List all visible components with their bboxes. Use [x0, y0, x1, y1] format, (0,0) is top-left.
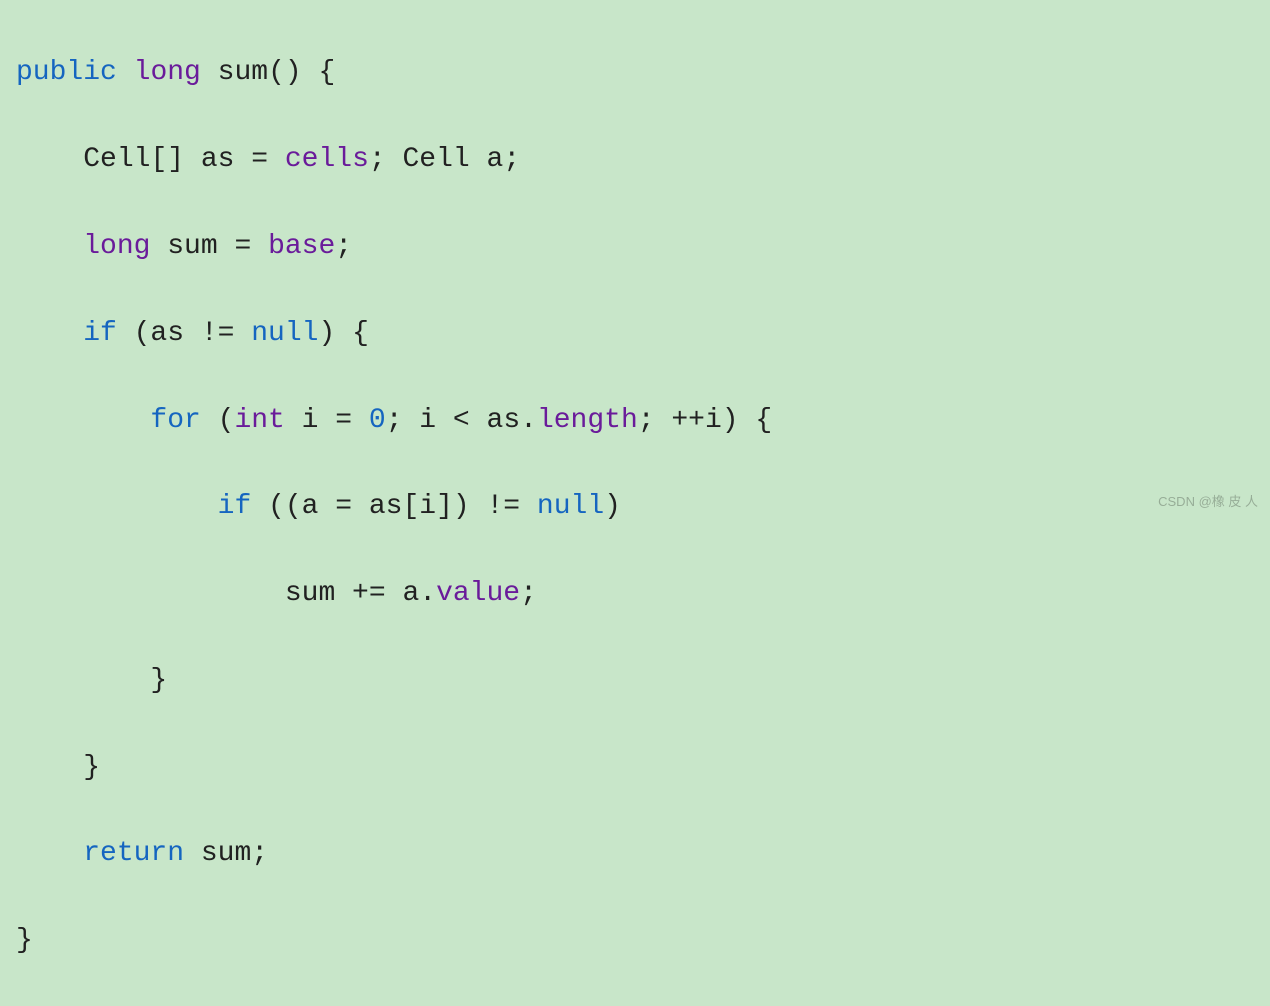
keyword-if: if [83, 318, 117, 349]
type-cell: Cell [83, 144, 150, 175]
keyword-long: long [134, 57, 201, 88]
keyword-public: public [16, 57, 117, 88]
watermark: CSDN @橡 皮 人 [1158, 492, 1258, 512]
field-base: base [268, 231, 335, 262]
field-length: length [537, 405, 638, 436]
field-cells: cells [285, 144, 369, 175]
code-line-9: } [16, 746, 1254, 789]
field-value: value [436, 578, 520, 609]
number-zero: 0 [369, 405, 386, 436]
open-brace: { [302, 57, 336, 88]
code-line-2: Cell[] as = cells; Cell a; [16, 138, 1254, 181]
keyword-for: for [150, 405, 200, 436]
close-brace: } [150, 665, 167, 696]
code-line-6: if ((a = as[i]) != null) [16, 485, 1254, 528]
code-line-11: } [16, 919, 1254, 962]
code-block: public long sum() { Cell[] as = cells; C… [16, 8, 1254, 1006]
keyword-null: null [251, 318, 318, 349]
close-brace: } [16, 925, 33, 956]
code-line-7: sum += a.value; [16, 572, 1254, 615]
keyword-long: long [83, 231, 150, 262]
function-name: sum [218, 57, 268, 88]
close-brace: } [83, 752, 100, 783]
code-line-8: } [16, 659, 1254, 702]
code-line-4: if (as != null) { [16, 312, 1254, 355]
keyword-return: return [83, 838, 184, 869]
code-line-5: for (int i = 0; i < as.length; ++i) { [16, 399, 1254, 442]
keyword-int: int [234, 405, 284, 436]
code-line-3: long sum = base; [16, 225, 1254, 268]
code-line-10: return sum; [16, 832, 1254, 875]
type-cell: Cell [403, 144, 470, 175]
parens: () [268, 57, 302, 88]
code-line-1: public long sum() { [16, 51, 1254, 94]
